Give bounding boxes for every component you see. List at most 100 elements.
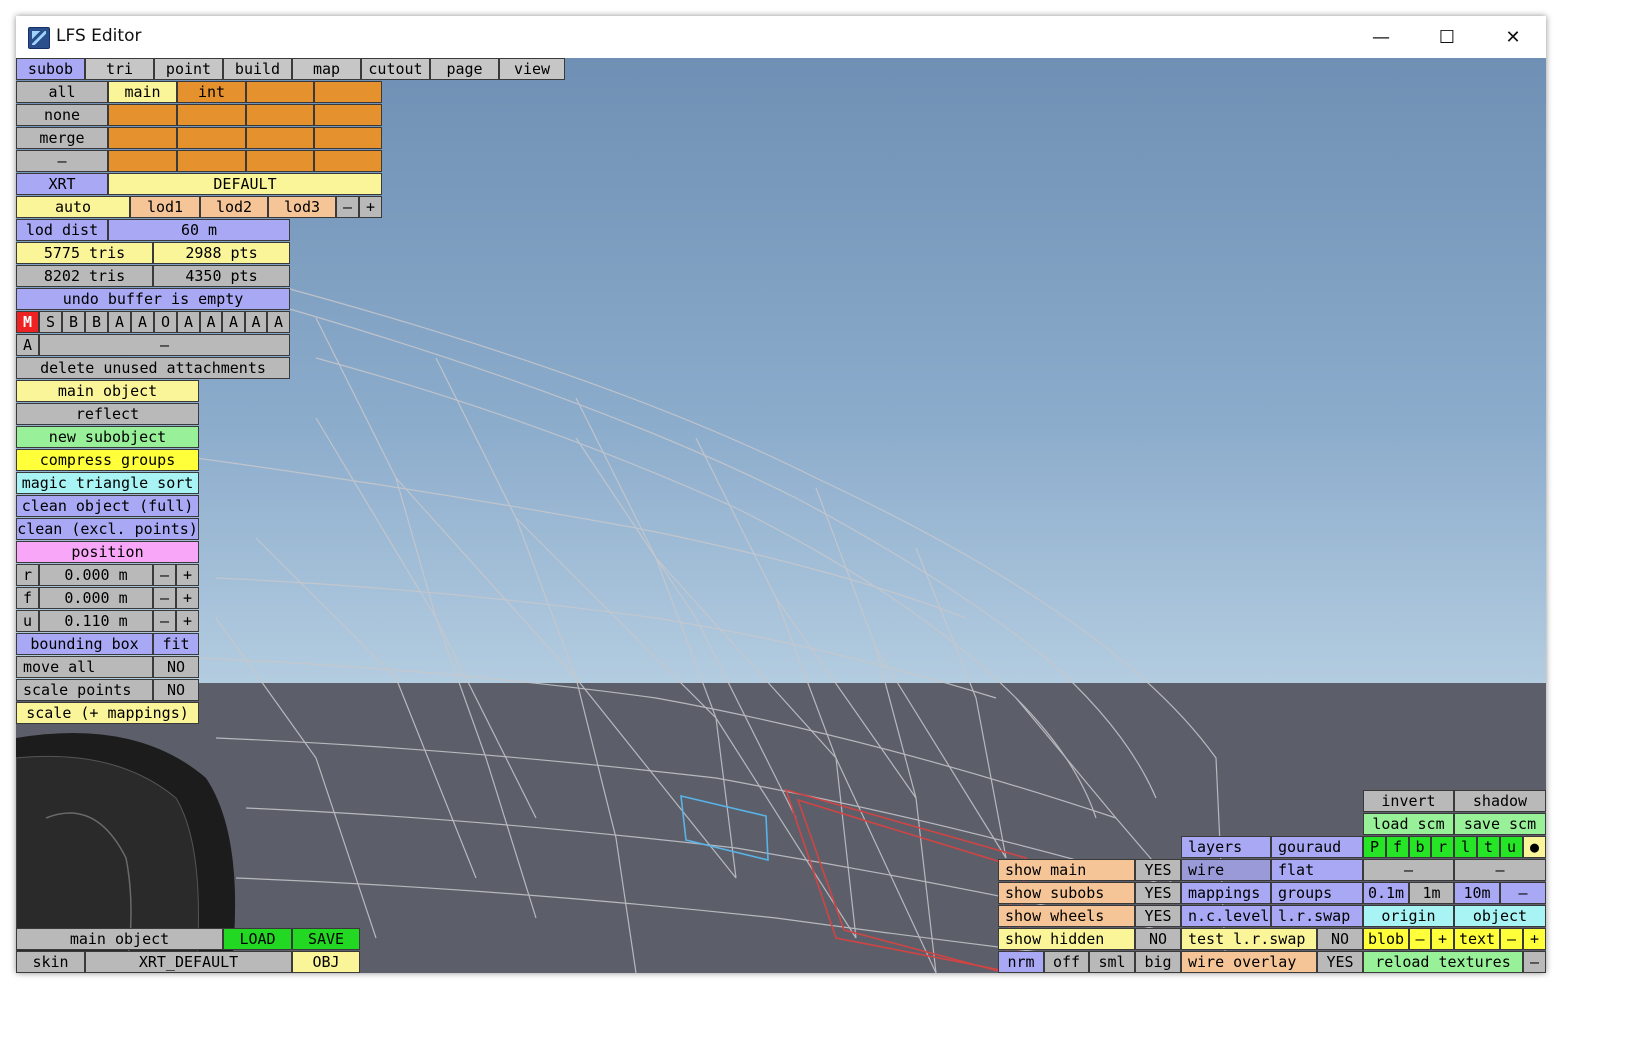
lod-plus-button[interactable]: + bbox=[359, 196, 382, 218]
file-main-object[interactable]: main object bbox=[16, 928, 223, 950]
text-minus-button[interactable]: – bbox=[1500, 928, 1523, 950]
reflect-button[interactable]: reflect bbox=[16, 403, 199, 425]
layers-button[interactable]: layers bbox=[1181, 836, 1271, 858]
attach-a-button[interactable]: A bbox=[131, 311, 154, 333]
attach-a-button[interactable]: A bbox=[245, 311, 267, 333]
bounding-box-button[interactable]: bounding box bbox=[16, 633, 153, 655]
merge-button[interactable]: merge bbox=[16, 127, 108, 149]
attachment-field[interactable]: – bbox=[39, 334, 290, 356]
view-r-button[interactable]: r bbox=[1431, 836, 1454, 858]
lod2-button[interactable]: lod2 bbox=[200, 196, 268, 218]
tab-cutout[interactable]: cutout bbox=[361, 58, 430, 80]
position-f-minus[interactable]: – bbox=[153, 587, 176, 609]
subobject-int[interactable]: int bbox=[177, 81, 246, 103]
position-f-plus[interactable]: + bbox=[176, 587, 199, 609]
grid-dash-button[interactable]: – bbox=[1500, 882, 1546, 904]
tab-tri[interactable]: tri bbox=[85, 58, 154, 80]
tab-view[interactable]: view bbox=[499, 58, 565, 80]
attach-a-button[interactable]: A bbox=[222, 311, 245, 333]
attach-a-button[interactable]: A bbox=[267, 311, 290, 333]
subobject-slot[interactable] bbox=[177, 127, 246, 149]
view-p-button[interactable]: P bbox=[1363, 836, 1386, 858]
clean-object-full-button[interactable]: clean object (full) bbox=[16, 495, 199, 517]
wire-overlay-toggle[interactable]: YES bbox=[1317, 951, 1363, 973]
attach-o-button[interactable]: O bbox=[154, 311, 177, 333]
subobject-slot[interactable] bbox=[314, 81, 382, 103]
position-r-plus[interactable]: + bbox=[176, 564, 199, 586]
lr-swap-button[interactable]: l.r.swap bbox=[1271, 905, 1363, 927]
tab-page[interactable]: page bbox=[430, 58, 499, 80]
normals-off-button[interactable]: off bbox=[1044, 951, 1089, 973]
tab-point[interactable]: point bbox=[154, 58, 223, 80]
position-u-plus[interactable]: + bbox=[176, 610, 199, 632]
grid-0-1m-button[interactable]: 0.1m bbox=[1363, 882, 1409, 904]
compress-groups-button[interactable]: compress groups bbox=[16, 449, 199, 471]
subobject-slot[interactable] bbox=[177, 104, 246, 126]
flat-button[interactable]: flat bbox=[1271, 859, 1363, 881]
lod3-button[interactable]: lod3 bbox=[268, 196, 336, 218]
lod1-button[interactable]: lod1 bbox=[130, 196, 200, 218]
subobject-slot[interactable] bbox=[246, 104, 314, 126]
maximize-button[interactable]: ☐ bbox=[1414, 16, 1480, 58]
magic-triangle-sort-button[interactable]: magic triangle sort bbox=[16, 472, 199, 494]
clean-excl-points-button[interactable]: clean (excl. points) bbox=[16, 518, 199, 540]
load-scm-button[interactable]: load scm bbox=[1363, 813, 1454, 835]
blob-plus-button[interactable]: + bbox=[1431, 928, 1454, 950]
new-subobject-button[interactable]: new subobject bbox=[16, 426, 199, 448]
subobject-slot[interactable] bbox=[246, 81, 314, 103]
save-scm-button[interactable]: save scm bbox=[1454, 813, 1546, 835]
select-all-button[interactable]: all bbox=[16, 81, 108, 103]
move-all-toggle[interactable]: NO bbox=[153, 656, 199, 678]
object-button[interactable]: object bbox=[1454, 905, 1546, 927]
show-wheels-toggle[interactable]: YES bbox=[1135, 905, 1181, 927]
groups-button[interactable]: groups bbox=[1271, 882, 1363, 904]
subobject-slot[interactable] bbox=[314, 127, 382, 149]
xrt-button[interactable]: XRT bbox=[16, 173, 108, 195]
show-subobs-toggle[interactable]: YES bbox=[1135, 882, 1181, 904]
origin-button[interactable]: origin bbox=[1363, 905, 1454, 927]
view-b-button[interactable]: b bbox=[1409, 836, 1431, 858]
view-t-button[interactable]: t bbox=[1477, 836, 1500, 858]
position-r-value[interactable]: 0.000 m bbox=[39, 564, 153, 586]
attach-a-button[interactable]: A bbox=[177, 311, 200, 333]
grid-10m-button[interactable]: 10m bbox=[1454, 882, 1500, 904]
view-u-button[interactable]: u bbox=[1500, 836, 1523, 858]
blob-minus-button[interactable]: – bbox=[1409, 928, 1431, 950]
scale-mappings-button[interactable]: scale (+ mappings) bbox=[16, 702, 199, 724]
invert-button[interactable]: invert bbox=[1363, 790, 1454, 812]
normals-big-button[interactable]: big bbox=[1135, 951, 1181, 973]
subobject-slot[interactable] bbox=[108, 127, 177, 149]
subobject-slot[interactable] bbox=[246, 127, 314, 149]
shadow-button[interactable]: shadow bbox=[1454, 790, 1546, 812]
position-f-value[interactable]: 0.000 m bbox=[39, 587, 153, 609]
subobject-slot[interactable] bbox=[108, 150, 177, 172]
skin-button[interactable]: skin bbox=[16, 951, 85, 973]
reload-dash-button[interactable]: – bbox=[1523, 951, 1546, 973]
scale-points-toggle[interactable]: NO bbox=[153, 679, 199, 701]
close-button[interactable]: ✕ bbox=[1480, 16, 1546, 58]
grid-1m-button[interactable]: 1m bbox=[1409, 882, 1454, 904]
fit-button[interactable]: fit bbox=[153, 633, 199, 655]
view-f-button[interactable]: f bbox=[1386, 836, 1409, 858]
mappings-button[interactable]: mappings bbox=[1181, 882, 1271, 904]
subobject-slot[interactable] bbox=[246, 150, 314, 172]
subobject-slot[interactable] bbox=[177, 150, 246, 172]
attachment-a-button[interactable]: A bbox=[16, 334, 39, 356]
nc-level-button[interactable]: n.c.level bbox=[1181, 905, 1271, 927]
tab-build[interactable]: build bbox=[223, 58, 292, 80]
save-button[interactable]: SAVE bbox=[292, 928, 360, 950]
view-l-button[interactable]: l bbox=[1454, 836, 1477, 858]
show-main-toggle[interactable]: YES bbox=[1135, 859, 1181, 881]
normals-sml-button[interactable]: sml bbox=[1089, 951, 1135, 973]
view-dot-button[interactable]: ● bbox=[1523, 836, 1546, 858]
test-lr-swap-toggle[interactable]: NO bbox=[1317, 928, 1363, 950]
subobject-main[interactable]: main bbox=[108, 81, 177, 103]
view-left-dash[interactable]: – bbox=[1363, 859, 1454, 881]
obj-button[interactable]: OBJ bbox=[292, 951, 360, 973]
normals-nrm-button[interactable]: nrm bbox=[998, 951, 1044, 973]
attach-a-button[interactable]: A bbox=[200, 311, 222, 333]
minimize-button[interactable]: — bbox=[1348, 16, 1414, 58]
tab-map[interactable]: map bbox=[292, 58, 361, 80]
delete-unused-attachments-button[interactable]: delete unused attachments bbox=[16, 357, 290, 379]
3d-viewport[interactable]: subob tri point build map cutout page vi… bbox=[16, 58, 1546, 973]
